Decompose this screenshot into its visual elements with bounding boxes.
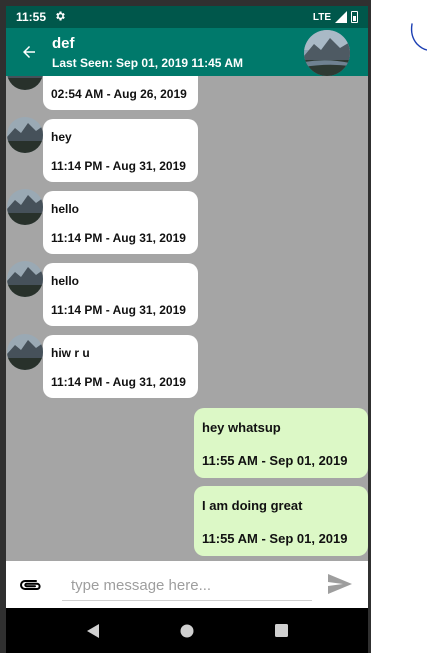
nav-home-icon — [180, 624, 194, 637]
message-text: hello — [51, 274, 80, 288]
sender-avatar — [7, 76, 43, 90]
message-timestamp: 11:14 PM - Aug 31, 2019 — [51, 303, 186, 317]
message-list[interactable]: 02:54 AM - Aug 26, 2019 hey 11:14 PM - A… — [6, 76, 368, 561]
nav-home-button[interactable] — [175, 619, 199, 643]
header-titles: def Last Seen: Sep 01, 2019 11:45 AM — [52, 35, 243, 70]
sender-avatar — [7, 261, 43, 297]
nav-recents-icon — [274, 624, 288, 637]
message-timestamp: 11:14 PM - Aug 31, 2019 — [51, 375, 186, 389]
message-text: I am doing great — [202, 498, 303, 513]
paperclip-icon — [20, 579, 41, 590]
contact-avatar[interactable] — [304, 30, 350, 76]
status-bar: 11:55 LTE — [6, 6, 368, 28]
signal-icon — [335, 11, 347, 23]
network-label: LTE — [312, 11, 331, 23]
message-text: hey whatsup — [202, 420, 281, 435]
contact-name: def — [52, 34, 75, 52]
chat-header: def Last Seen: Sep 01, 2019 11:45 AM — [6, 28, 368, 76]
message-timestamp: 02:54 AM - Aug 26, 2019 — [51, 87, 187, 101]
back-button[interactable] — [6, 28, 52, 76]
message-input[interactable] — [62, 571, 312, 601]
send-button[interactable] — [324, 569, 356, 599]
phone-frame: 11:55 LTE def Last Seen: Sep 01, 2019 11… — [0, 0, 371, 653]
screenshot-canvas: 11:55 LTE def Last Seen: Sep 01, 2019 11… — [0, 0, 427, 653]
message-bubble-received[interactable]: hello 11:14 PM - Aug 31, 2019 — [43, 191, 198, 254]
message-bubble-received[interactable]: hey 11:14 PM - Aug 31, 2019 — [43, 119, 198, 182]
status-time: 11:55 — [16, 10, 47, 24]
message-timestamp: 11:55 AM - Sep 01, 2019 — [202, 531, 348, 546]
gear-icon — [54, 10, 66, 25]
arrow-left-icon — [23, 46, 35, 58]
message-bubble-received[interactable]: 02:54 AM - Aug 26, 2019 — [43, 76, 198, 110]
message-timestamp: 11:14 PM - Aug 31, 2019 — [51, 231, 186, 245]
sender-avatar — [7, 334, 43, 370]
message-composer — [6, 561, 368, 608]
status-right-group: LTE — [313, 11, 358, 23]
nav-recents-button[interactable] — [269, 619, 293, 643]
message-text: hello — [51, 202, 80, 216]
message-text: hey — [51, 130, 72, 144]
message-bubble-sent[interactable]: I am doing great 11:55 AM - Sep 01, 2019 — [194, 486, 368, 556]
sender-avatar — [7, 189, 43, 225]
nav-back-icon — [87, 623, 99, 638]
message-timestamp: 11:55 AM - Sep 01, 2019 — [202, 453, 348, 468]
message-bubble-received[interactable]: hello 11:14 PM - Aug 31, 2019 — [43, 263, 198, 326]
message-timestamp: 11:14 PM - Aug 31, 2019 — [51, 159, 186, 173]
attach-button[interactable] — [6, 561, 56, 608]
system-nav-bar — [6, 608, 368, 653]
message-text: hiw r u — [51, 346, 90, 360]
battery-icon — [351, 11, 358, 23]
nav-back-button[interactable] — [81, 619, 105, 643]
message-bubble-sent[interactable]: hey whatsup 11:55 AM - Sep 01, 2019 — [194, 408, 368, 478]
last-seen-text: Last Seen: Sep 01, 2019 11:45 AM — [52, 55, 243, 70]
message-bubble-received[interactable]: hiw r u 11:14 PM - Aug 31, 2019 — [43, 335, 198, 398]
send-icon — [328, 574, 352, 594]
pen-stroke-mark — [410, 23, 427, 51]
sender-avatar — [7, 117, 43, 153]
